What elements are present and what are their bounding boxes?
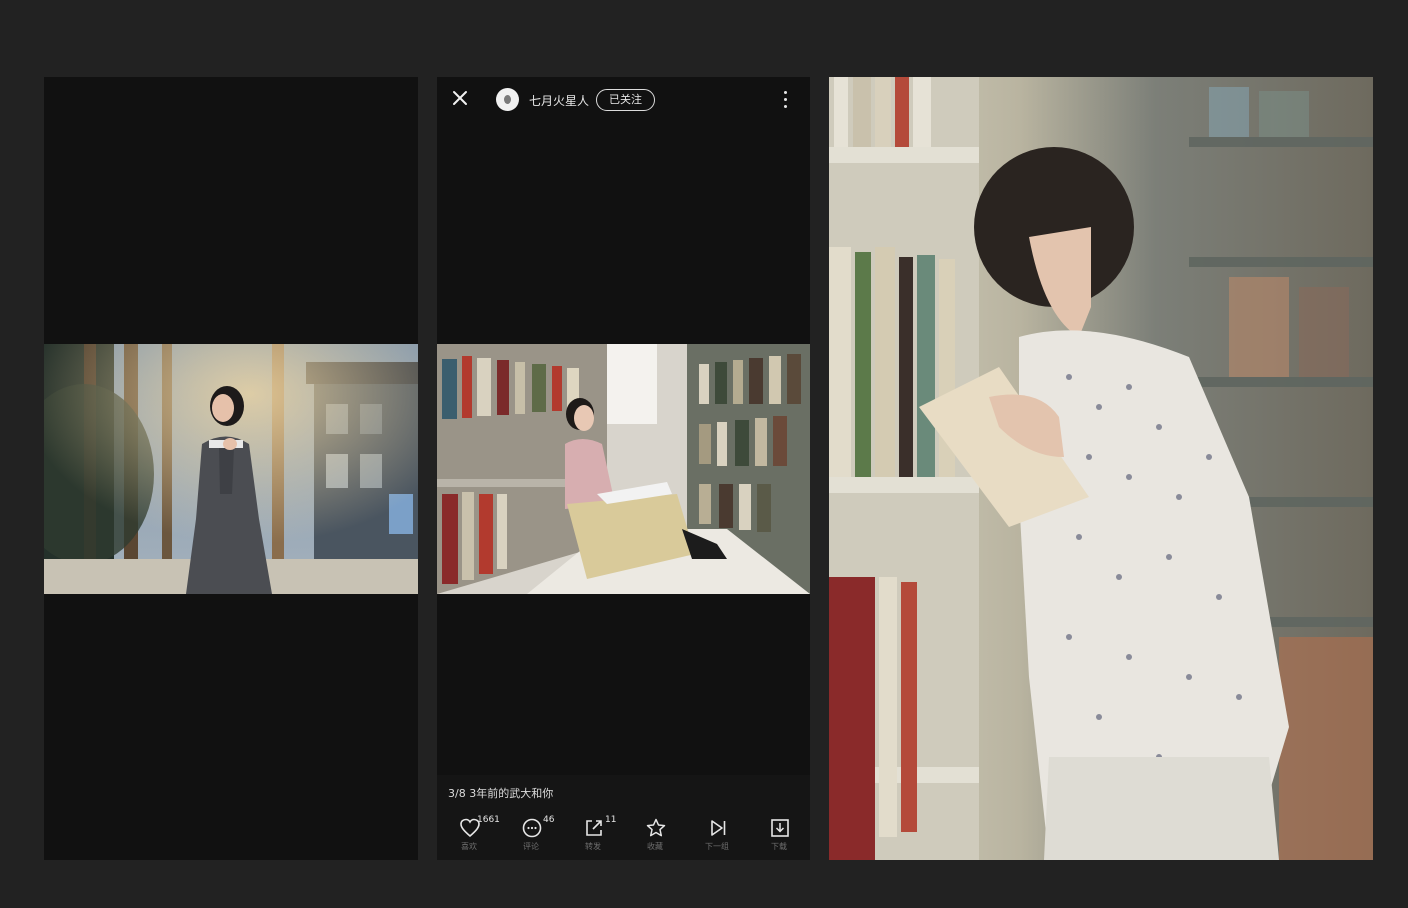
- reading-girl-image: [829, 77, 1373, 860]
- download-label: 下载: [771, 842, 787, 851]
- comment-button[interactable]: 46 评论: [503, 811, 559, 857]
- follow-button[interactable]: 已关注: [596, 89, 655, 111]
- more-options-button[interactable]: [779, 89, 793, 111]
- share-button[interactable]: 11 转发: [565, 811, 621, 857]
- star-icon: [646, 818, 666, 837]
- like-button[interactable]: 1661 喜欢: [441, 811, 500, 857]
- download-icon: [771, 819, 789, 837]
- photo-viewer-panel: 七月火星人 已关注 3/8 3年前的武大和你 1661 喜欢 46 评论 11 …: [437, 77, 810, 860]
- share-count: 11: [605, 815, 617, 825]
- library-photo[interactable]: [437, 344, 810, 594]
- download-button[interactable]: 下载: [751, 811, 807, 857]
- next-set-label: 下一组: [705, 842, 729, 851]
- share-label: 转发: [585, 842, 601, 851]
- close-icon: [453, 91, 467, 105]
- park-portrait-photo[interactable]: [44, 344, 418, 594]
- like-label: 喜欢: [461, 842, 477, 851]
- more-dot-icon: [784, 105, 787, 108]
- username[interactable]: 七月火星人: [529, 92, 589, 109]
- more-dot-icon: [784, 98, 787, 101]
- comment-count: 46: [543, 815, 555, 825]
- close-button[interactable]: [450, 88, 470, 108]
- left-photo-panel: [44, 77, 418, 860]
- favorite-label: 收藏: [647, 842, 663, 851]
- caption-bar: 3/8 3年前的武大和你 1661 喜欢 46 评论 11 转发 收藏 下一组 …: [437, 775, 810, 860]
- comment-icon: [522, 818, 542, 838]
- action-bar: 1661 喜欢 46 评论 11 转发 收藏 下一组 下载: [437, 811, 810, 857]
- share-icon: [586, 820, 602, 836]
- photo-caption: 3/8 3年前的武大和你: [448, 787, 554, 800]
- more-dot-icon: [784, 91, 787, 94]
- next-set-button[interactable]: 下一组: [689, 811, 745, 857]
- right-photo-panel: [829, 77, 1373, 860]
- user-avatar[interactable]: [496, 88, 519, 111]
- library-sitting-image: [437, 344, 810, 594]
- reading-portrait-photo[interactable]: [829, 77, 1373, 860]
- favorite-button[interactable]: 收藏: [627, 811, 683, 857]
- comment-label: 评论: [523, 842, 539, 851]
- viewer-top-bar: 七月火星人 已关注: [437, 77, 810, 123]
- next-icon: [711, 820, 726, 836]
- park-portrait-image: [44, 344, 418, 594]
- like-count: 1661: [477, 815, 500, 825]
